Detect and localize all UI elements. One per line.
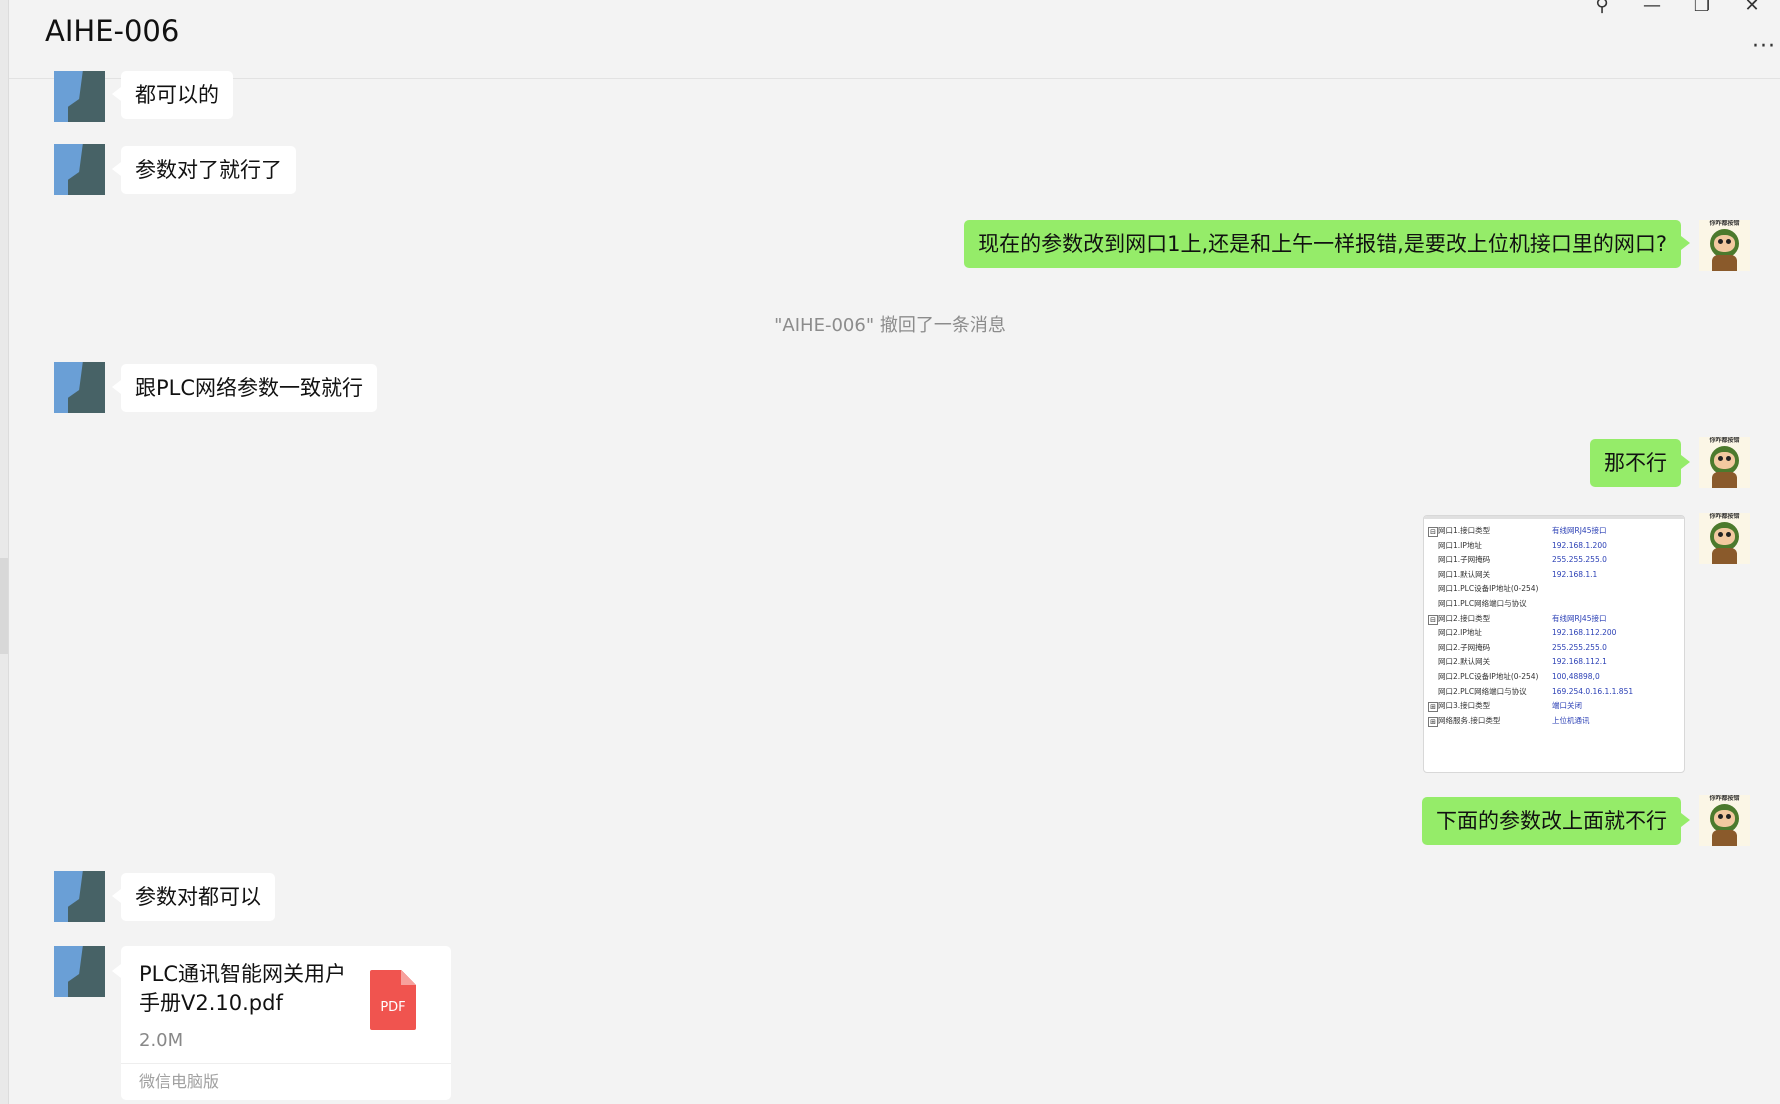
screenshot-row-value: 169.254.0.16.1.1.851 (1552, 686, 1634, 696)
screenshot-row: 网口1.子网掩码 255.255.255.0 (1424, 553, 1684, 567)
contact-avatar[interactable] (54, 144, 105, 195)
minimize-icon[interactable]: — (1632, 0, 1672, 18)
message-bubble-incoming[interactable]: 参数对了就行了 (112, 146, 296, 194)
file-source-label: 微信电脑版 (121, 1063, 451, 1101)
screenshot-row: 网口2.PLC网络端口与协议 169.254.0.16.1.1.851 (1424, 685, 1684, 699)
screenshot-row-key: 网口2.默认网关 (1438, 657, 1491, 667)
file-message-card[interactable]: PLC通讯智能网关用户手册V2.10.pdf 2.0M PDF 微信电脑版 (112, 946, 451, 1101)
screenshot-row-value: 端口关闭 (1552, 701, 1582, 711)
pdf-file-icon: PDF (370, 970, 416, 1030)
file-name: PLC通讯智能网关用户手册V2.10.pdf (139, 962, 347, 1015)
screenshot-row-key: 网口1.PLC网络端口与协议 (1438, 599, 1527, 608)
more-options-icon[interactable]: ··· (1752, 34, 1776, 59)
screenshot-row: 网口1.IP地址 192.168.1.200 (1424, 539, 1684, 553)
restore-icon[interactable]: ❐ (1682, 0, 1722, 18)
message-bubble-outgoing[interactable]: 那不行 (1590, 439, 1690, 487)
screenshot-row: ⊟ 网口2.接口类型 有线网RJ45接口 (1424, 612, 1684, 626)
my-avatar[interactable]: 你咋都按错 (1699, 220, 1750, 271)
screenshot-row-value: 192.168.112.200 (1552, 628, 1617, 638)
screenshot-row-value: 有线网RJ45接口 (1552, 526, 1607, 535)
my-avatar[interactable]: 你咋都按错 (1699, 437, 1750, 488)
contact-avatar[interactable] (54, 946, 105, 997)
left-scroll-strip[interactable] (0, 0, 9, 1104)
screenshot-row-key: 网口2.IP地址 (1438, 628, 1482, 638)
chat-title: AIHE-006 (45, 14, 180, 48)
screenshot-row-key: 网络服务.接口类型 (1438, 715, 1501, 725)
screenshot-row-value: 有线网RJ45接口 (1552, 613, 1607, 623)
message-bubble-incoming[interactable]: 参数对都可以 (112, 873, 275, 921)
tree-toggle-icon: ⊟ (1428, 614, 1438, 625)
screenshot-row: ⊞ 网络服务.接口类型 上位机通讯 (1424, 714, 1684, 728)
screenshot-row: 网口1.PLC网络端口与协议 (1424, 597, 1684, 611)
window-controls: ⚲ — ❐ ✕ (1580, 0, 1780, 20)
my-avatar[interactable]: 你咋都按错 (1699, 795, 1750, 846)
my-avatar[interactable]: 你咋都按错 (1699, 513, 1750, 564)
screenshot-row-key: 网口2.PLC网络端口与协议 (1438, 686, 1527, 696)
message-bubble-incoming[interactable]: 跟PLC网络参数一致就行 (111, 364, 378, 412)
contact-avatar[interactable] (54, 362, 105, 413)
file-size: 2.0M (139, 1030, 184, 1051)
screenshot-row-key: 网口2.接口类型 (1438, 613, 1491, 623)
message-bubble-outgoing[interactable]: 下面的参数改上面就不行 (1422, 797, 1690, 845)
screenshot-row: 网口1.PLC设备IP地址(0-254) (1424, 582, 1684, 596)
screenshot-row-key: 网口1.默认网关 (1438, 569, 1491, 579)
screenshot-row: 网口2.PLC设备IP地址(0-254) 100,48898,0 (1424, 670, 1684, 684)
contact-avatar[interactable] (54, 871, 105, 922)
screenshot-row-value: 192.168.112.1 (1552, 657, 1607, 667)
image-message-screenshot[interactable]: ⊟ 网口1.接口类型 有线网RJ45接口 网口1.IP地址 192.168.1.200 网… (1423, 515, 1685, 773)
tree-toggle-icon: ⊟ (1428, 527, 1438, 537)
screenshot-row-key: 网口2.子网掩码 (1438, 642, 1491, 652)
chat-header: AIHE-006 ⚲ — ❐ ✕ ··· (9, 0, 1780, 79)
screenshot-row-key: 网口1.IP地址 (1438, 540, 1482, 550)
screenshot-row-value: 255.255.255.0 (1552, 642, 1607, 652)
tree-toggle-icon: ⊞ (1428, 716, 1438, 727)
scrollbar-thumb[interactable] (0, 558, 8, 654)
screenshot-row-value: 192.168.1.200 (1552, 540, 1607, 550)
screenshot-row: 网口1.默认网关 192.168.1.1 (1424, 568, 1684, 582)
screenshot-row-key: 网口2.PLC设备IP地址(0-254) (1438, 672, 1539, 681)
screenshot-row-value: 上位机通讯 (1552, 715, 1590, 725)
tree-toggle-icon: ⊞ (1428, 702, 1438, 713)
screenshot-row: 网口2.默认网关 192.168.112.1 (1424, 655, 1684, 669)
screenshot-row-key: 网口1.子网掩码 (1438, 555, 1491, 565)
pin-icon[interactable]: ⚲ (1582, 0, 1622, 18)
screenshot-row: 网口2.子网掩码 255.255.255.0 (1424, 641, 1684, 655)
screenshot-row-key: 网口3.接口类型 (1438, 701, 1491, 711)
message-bubble-outgoing[interactable]: 现在的参数改到网口1上,还是和上午一样报错,是要改上位机接口里的网口? (964, 220, 1690, 268)
message-bubble-incoming[interactable]: 都可以的 (112, 71, 233, 119)
screenshot-row: 网口2.IP地址 192.168.112.200 (1424, 626, 1684, 640)
screenshot-row: ⊞ 网口3.接口类型 端口关闭 (1424, 699, 1684, 713)
recall-notice: "AIHE-006" 撤回了一条消息 (774, 315, 1006, 336)
close-icon[interactable]: ✕ (1732, 0, 1772, 18)
screenshot-row-key: 网口1.PLC设备IP地址(0-254) (1438, 584, 1539, 594)
screenshot-row-value: 100,48898,0 (1552, 672, 1600, 681)
screenshot-row-value: 192.168.1.1 (1552, 569, 1598, 579)
screenshot-row: ⊟ 网口1.接口类型 有线网RJ45接口 (1424, 524, 1684, 538)
screenshot-row-value: 255.255.255.0 (1552, 555, 1607, 565)
contact-avatar[interactable] (54, 71, 105, 122)
screenshot-row-key: 网口1.接口类型 (1438, 526, 1491, 535)
